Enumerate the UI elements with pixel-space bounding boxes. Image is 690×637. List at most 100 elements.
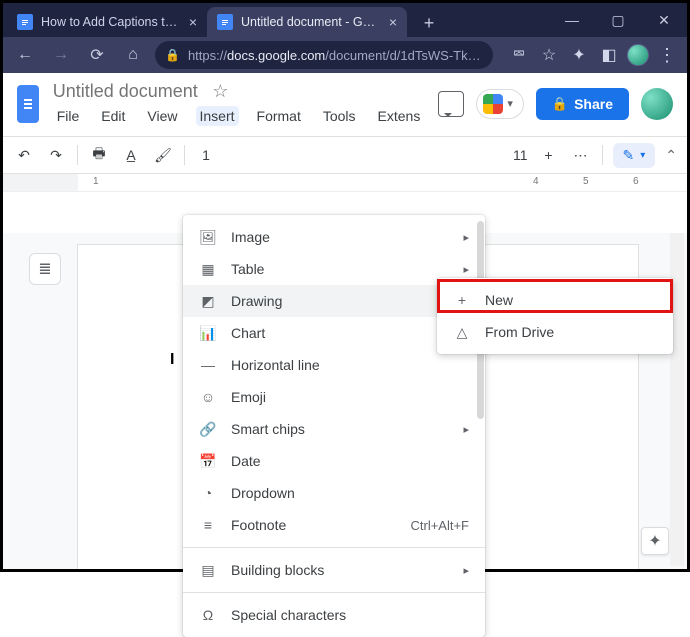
- menu-view[interactable]: View: [143, 106, 181, 126]
- emoji-icon: ☺: [199, 389, 217, 405]
- comment-history-icon[interactable]: [438, 91, 464, 117]
- font-size-value[interactable]: 11: [513, 147, 528, 163]
- collapse-toolbar[interactable]: ⌃: [665, 147, 677, 164]
- menu-divider: [183, 547, 485, 548]
- image-icon: 🖼: [199, 229, 217, 246]
- reload-button[interactable]: ⟳: [83, 41, 111, 69]
- meet-icon: [483, 94, 503, 114]
- home-button[interactable]: ⌂: [119, 41, 147, 69]
- browser-profile-avatar[interactable]: [627, 44, 649, 66]
- drawing-submenu: +New △From Drive: [437, 278, 673, 354]
- menu-edit[interactable]: Edit: [97, 106, 129, 126]
- url-path: /document/d/1dTsWS-Tk…: [325, 48, 480, 63]
- drawing-from-drive[interactable]: △From Drive: [437, 316, 673, 348]
- ruler-tick: 1: [93, 176, 99, 187]
- bookmark-icon[interactable]: ☆: [537, 43, 561, 67]
- more-tools[interactable]: ⋯: [570, 144, 592, 166]
- insert-dropdown[interactable]: ◔Dropdown: [183, 477, 485, 509]
- docs-app: Untitled document ☆ File Edit View Inser…: [3, 73, 687, 569]
- drive-icon: △: [453, 324, 471, 341]
- menu-extensions[interactable]: Extens: [374, 106, 425, 126]
- browser-nav-bar: ← → ⟳ ⌂ 🔒 https://docs.google.com/docume…: [3, 37, 687, 73]
- browser-tab[interactable]: Untitled document - Google… ×: [207, 7, 407, 37]
- paint-format-button[interactable]: 🖌: [152, 144, 174, 166]
- account-avatar[interactable]: [641, 88, 673, 120]
- font-size-increase[interactable]: +: [538, 144, 560, 166]
- meet-button[interactable]: ▾: [476, 89, 524, 119]
- docs-logo[interactable]: [17, 85, 39, 123]
- spellcheck-button[interactable]: A̲: [120, 144, 142, 166]
- ruler-tick: 6: [633, 176, 639, 187]
- chevron-right-icon: ▸: [463, 423, 469, 436]
- zoom-select[interactable]: 1: [195, 144, 217, 166]
- document-title[interactable]: Untitled document: [53, 81, 198, 101]
- share-label: Share: [574, 96, 613, 112]
- undo-button[interactable]: ↶: [13, 144, 35, 166]
- docs-favicon: [217, 14, 233, 30]
- tab-title: How to Add Captions to Im…: [41, 15, 181, 29]
- omega-icon: Ω: [199, 607, 217, 623]
- shortcut-label: Ctrl+Alt+F: [410, 518, 469, 533]
- url-protocol: https://: [188, 48, 227, 63]
- plus-icon: +: [453, 292, 471, 308]
- menu-insert[interactable]: Insert: [196, 106, 239, 126]
- chevron-right-icon: ▸: [463, 231, 469, 244]
- forward-button[interactable]: →: [47, 41, 75, 69]
- close-icon[interactable]: ×: [389, 14, 397, 30]
- window-close[interactable]: ✕: [641, 3, 687, 37]
- insert-footnote[interactable]: ≡FootnoteCtrl+Alt+F: [183, 509, 485, 541]
- extensions-icon[interactable]: ✦: [567, 43, 591, 67]
- chips-icon: 🔗: [199, 421, 217, 438]
- new-tab-button[interactable]: +: [415, 9, 443, 37]
- outline-toggle[interactable]: ≣: [29, 253, 61, 285]
- insert-smart-chips[interactable]: 🔗Smart chips▸: [183, 413, 485, 445]
- editing-mode[interactable]: ✎ ▾: [613, 143, 656, 168]
- menu-tools[interactable]: Tools: [319, 106, 360, 126]
- docs-favicon: [17, 14, 33, 30]
- chevron-down-icon: ▾: [640, 150, 645, 161]
- page-text: I: [170, 351, 174, 369]
- insert-special-characters[interactable]: ΩSpecial characters: [183, 599, 485, 631]
- explore-button[interactable]: ✦: [641, 527, 669, 555]
- ruler-tick: 4: [533, 176, 539, 187]
- blocks-icon: ▤: [199, 562, 217, 579]
- drawing-icon: ◩: [199, 293, 217, 310]
- table-icon: ▦: [199, 261, 217, 278]
- print-button[interactable]: 🖶: [88, 144, 110, 166]
- insert-building-blocks[interactable]: ▤Building blocks▸: [183, 554, 485, 586]
- tab-title: Untitled document - Google…: [241, 15, 381, 29]
- lock-icon: 🔒: [552, 96, 568, 112]
- ruler[interactable]: 1 4 5 6: [3, 174, 687, 192]
- chevron-right-icon: ▸: [463, 564, 469, 577]
- address-bar[interactable]: 🔒 https://docs.google.com/document/d/1dT…: [155, 41, 493, 69]
- star-icon[interactable]: ☆: [212, 81, 228, 101]
- chevron-down-icon: ▾: [507, 97, 513, 110]
- close-icon[interactable]: ×: [189, 14, 197, 30]
- insert-image[interactable]: 🖼Image▸: [183, 221, 485, 253]
- menu-file[interactable]: File: [53, 106, 84, 126]
- dropdown-icon: ◔: [199, 485, 217, 501]
- hline-icon: —: [199, 357, 217, 373]
- share-button[interactable]: 🔒 Share: [536, 88, 629, 120]
- lock-icon: 🔒: [165, 48, 180, 62]
- chevron-right-icon: ▸: [463, 263, 469, 276]
- menu-divider: [183, 592, 485, 593]
- menu-bar: File Edit View Insert Format Tools Exten…: [53, 106, 425, 126]
- drawing-new[interactable]: +New: [437, 284, 673, 316]
- redo-button[interactable]: ↷: [45, 144, 67, 166]
- url-domain: docs.google.com: [227, 48, 325, 63]
- window-maximize[interactable]: ▢: [595, 3, 641, 37]
- menu-format[interactable]: Format: [253, 106, 305, 126]
- chart-icon: 📊: [199, 325, 217, 342]
- browser-tab[interactable]: How to Add Captions to Im… ×: [7, 7, 207, 37]
- toolbar: ↶ ↷ 🖶 A̲ 🖌 1 11 + ⋯ ✎ ▾ ⌃: [3, 136, 687, 174]
- window-minimize[interactable]: —: [549, 3, 595, 37]
- back-button[interactable]: ←: [11, 41, 39, 69]
- share-page-icon[interactable]: ⮹: [507, 43, 531, 67]
- browser-menu[interactable]: ⋮: [655, 45, 679, 66]
- date-icon: 📅: [199, 453, 217, 470]
- insert-emoji[interactable]: ☺Emoji: [183, 381, 485, 413]
- side-panel-icon[interactable]: ◧: [597, 43, 621, 67]
- insert-date[interactable]: 📅Date: [183, 445, 485, 477]
- ruler-tick: 5: [583, 176, 589, 187]
